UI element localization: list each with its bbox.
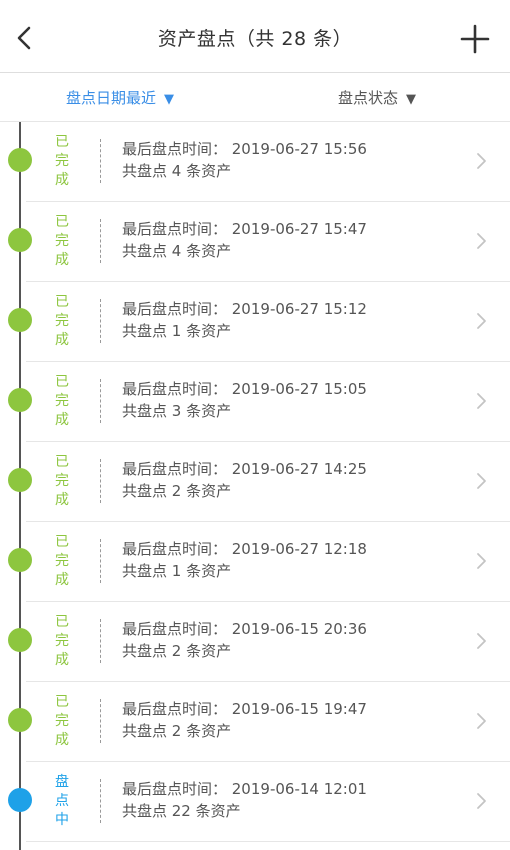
last-check-time: 最后盘点时间： 2019-06-14 12:01 (122, 780, 367, 798)
inventory-record-row[interactable]: 已完成 最后盘点时间： 2019-06-27 15:47 共盘点 4 条资产 (8, 202, 510, 282)
status-label: 盘点中 (55, 774, 69, 828)
status-dot-icon (8, 308, 32, 332)
dropdown-arrow-icon: ▼ (406, 92, 417, 107)
status-dot-icon (8, 148, 32, 172)
asset-count: 共盘点 1 条资产 (122, 562, 232, 580)
last-check-time: 最后盘点时间： 2019-06-27 14:25 (122, 460, 367, 478)
record-info: 最后盘点时间： 2019-06-27 15:56 共盘点 4 条资产 (122, 138, 367, 182)
status-dot-icon (8, 468, 32, 492)
chevron-right-icon (477, 713, 486, 729)
date-sort-label: 盘点日期最近 (66, 89, 157, 107)
dashed-divider (100, 379, 101, 423)
status-label: 已完成 (55, 134, 69, 188)
chevron-right-icon (477, 473, 486, 489)
last-check-time: 最后盘点时间： 2019-06-27 15:12 (122, 300, 367, 318)
asset-count: 共盘点 2 条资产 (122, 722, 232, 740)
record-info: 最后盘点时间： 2019-06-27 15:47 共盘点 4 条资产 (122, 218, 367, 262)
status-dot-icon (8, 708, 32, 732)
date-sort-filter[interactable]: 盘点日期最近 ▼ (66, 87, 174, 108)
status-dot-icon (8, 788, 32, 812)
page-title: 资产盘点（共 28 条） (157, 28, 353, 50)
asset-count: 共盘点 22 条资产 (122, 802, 241, 820)
filter-bar: 盘点日期最近 ▼ 盘点状态 ▼ (0, 73, 510, 122)
asset-count: 共盘点 4 条资产 (122, 162, 232, 180)
dashed-divider (100, 779, 101, 823)
status-label: 已完成 (55, 214, 69, 268)
dropdown-arrow-icon: ▼ (164, 92, 175, 107)
dashed-divider (100, 219, 101, 263)
add-button[interactable] (458, 22, 492, 56)
last-check-time: 最后盘点时间： 2019-06-15 20:36 (122, 620, 367, 638)
last-check-time: 最后盘点时间： 2019-06-27 15:56 (122, 140, 367, 158)
status-filter[interactable]: 盘点状态 ▼ (338, 87, 416, 108)
record-info: 最后盘点时间： 2019-06-27 14:25 共盘点 2 条资产 (122, 458, 367, 502)
chevron-right-icon (477, 633, 486, 649)
chevron-right-icon (477, 153, 486, 169)
record-info: 最后盘点时间： 2019-06-27 15:12 共盘点 1 条资产 (122, 298, 367, 342)
status-dot-icon (8, 228, 32, 252)
inventory-record-row[interactable]: 盘点中 最后盘点时间： 2019-06-14 12:01 共盘点 22 条资产 (8, 762, 510, 842)
inventory-record-row[interactable]: 已完成 最后盘点时间： 2019-06-27 15:56 共盘点 4 条资产 (8, 122, 510, 202)
last-check-time: 最后盘点时间： 2019-06-27 12:18 (122, 540, 367, 558)
inventory-record-row[interactable]: 已完成 最后盘点时间： 2019-06-27 15:12 共盘点 1 条资产 (8, 282, 510, 362)
last-check-time: 最后盘点时间： 2019-06-27 15:05 (122, 380, 367, 398)
navigation-bar: 资产盘点（共 28 条） (0, 0, 510, 73)
status-label: 已完成 (55, 534, 69, 588)
record-info: 最后盘点时间： 2019-06-27 12:18 共盘点 1 条资产 (122, 538, 367, 582)
record-info: 最后盘点时间： 2019-06-15 19:47 共盘点 2 条资产 (122, 698, 367, 742)
asset-count: 共盘点 3 条资产 (122, 402, 232, 420)
chevron-right-icon (477, 233, 486, 249)
status-label: 已完成 (55, 694, 69, 748)
dashed-divider (100, 139, 101, 183)
dashed-divider (100, 539, 101, 583)
inventory-record-row[interactable]: 已完成 最后盘点时间： 2019-06-27 14:25 共盘点 2 条资产 (8, 442, 510, 522)
inventory-record-row[interactable]: 已完成 最后盘点时间： 2019-06-27 15:05 共盘点 3 条资产 (8, 362, 510, 442)
record-info: 最后盘点时间： 2019-06-15 20:36 共盘点 2 条资产 (122, 618, 367, 662)
dashed-divider (100, 619, 101, 663)
inventory-record-row[interactable]: 已完成 最后盘点时间： 2019-06-27 12:18 共盘点 1 条资产 (8, 522, 510, 602)
dashed-divider (100, 699, 101, 743)
chevron-right-icon (477, 393, 486, 409)
inventory-record-row[interactable]: 已完成 最后盘点时间： 2019-06-15 19:47 共盘点 2 条资产 (8, 682, 510, 762)
status-label: 已完成 (55, 294, 69, 348)
record-info: 最后盘点时间： 2019-06-14 12:01 共盘点 22 条资产 (122, 778, 367, 822)
asset-count: 共盘点 1 条资产 (122, 322, 232, 340)
asset-count: 共盘点 2 条资产 (122, 642, 232, 660)
status-label: 已完成 (55, 374, 69, 428)
dashed-divider (100, 459, 101, 503)
record-info: 最后盘点时间： 2019-06-27 15:05 共盘点 3 条资产 (122, 378, 367, 422)
inventory-record-row[interactable]: 已完成 最后盘点时间： 2019-06-15 20:36 共盘点 2 条资产 (8, 602, 510, 682)
status-dot-icon (8, 548, 32, 572)
last-check-time: 最后盘点时间： 2019-06-27 15:47 (122, 220, 367, 238)
asset-count: 共盘点 2 条资产 (122, 482, 232, 500)
asset-count: 共盘点 4 条资产 (122, 242, 232, 260)
chevron-right-icon (477, 313, 486, 329)
status-dot-icon (8, 628, 32, 652)
status-filter-label: 盘点状态 (338, 89, 399, 107)
status-dot-icon (8, 388, 32, 412)
status-label: 已完成 (55, 614, 69, 668)
plus-icon (460, 24, 490, 54)
inventory-record-list: 已完成 最后盘点时间： 2019-06-27 15:56 共盘点 4 条资产 已… (0, 122, 510, 842)
status-label: 已完成 (55, 454, 69, 508)
dashed-divider (100, 299, 101, 343)
chevron-right-icon (477, 793, 486, 809)
chevron-right-icon (477, 553, 486, 569)
last-check-time: 最后盘点时间： 2019-06-15 19:47 (122, 700, 367, 718)
